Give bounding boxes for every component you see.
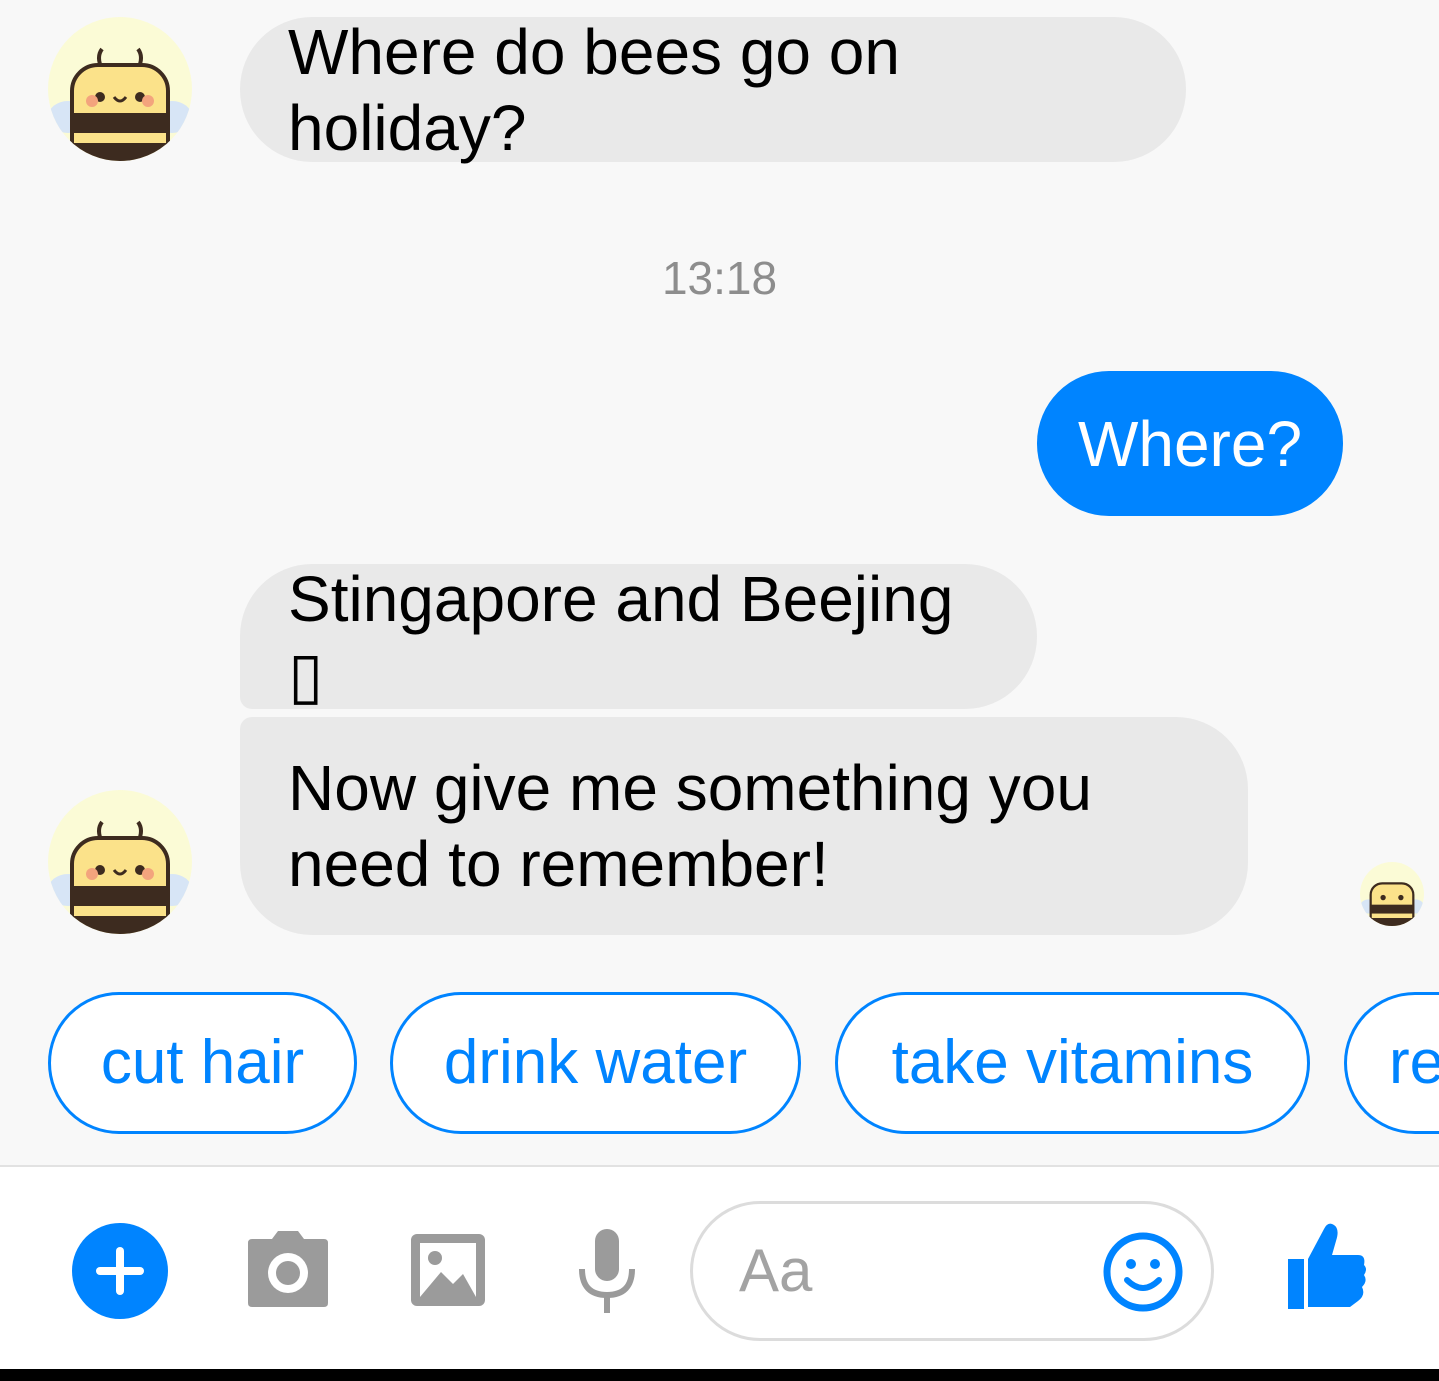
image-icon[interactable] xyxy=(411,1234,485,1306)
message-timestamp: 13:18 xyxy=(661,252,778,304)
bee-avatar[interactable] xyxy=(48,790,192,934)
message-input[interactable]: Aa xyxy=(690,1201,1214,1341)
message-input-placeholder: Aa xyxy=(739,1237,813,1304)
message-text-line: need to remember! xyxy=(288,828,829,900)
message-bubble[interactable]: Stingapore and Beejing ▯ xyxy=(240,563,1037,711)
quick-reply-take-vitamins[interactable]: take vitamins xyxy=(835,992,1310,1134)
quick-reply-drink-water[interactable]: drink water xyxy=(390,992,801,1134)
quick-reply-partial[interactable]: re xyxy=(1344,992,1439,1134)
message-text: Stingapore and Beejing ▯ xyxy=(288,562,954,711)
message-text-line: Now give me something you xyxy=(288,752,1092,824)
thumbs-up-icon[interactable] xyxy=(1284,1221,1368,1311)
bee-icon xyxy=(48,820,192,934)
camera-icon[interactable] xyxy=(246,1229,330,1309)
message-bubble-sent[interactable]: Where? xyxy=(1037,371,1343,516)
quick-reply-cut-hair[interactable]: cut hair xyxy=(48,992,357,1134)
message-text: Where do bees go on holiday? xyxy=(288,15,900,164)
plus-icon[interactable] xyxy=(72,1223,168,1319)
message-composer: Aa xyxy=(0,1167,1439,1369)
microphone-icon[interactable] xyxy=(578,1229,636,1315)
system-navigation-bar xyxy=(0,1369,1439,1381)
conversation: Where do bees go on holiday? 13:18 Where… xyxy=(0,0,1439,1165)
read-receipt-avatar xyxy=(1360,862,1424,926)
message-bubble[interactable]: Where do bees go on holiday? xyxy=(240,16,1186,164)
emoji-icon[interactable] xyxy=(1103,1232,1183,1312)
message-bubble[interactable]: Now give me something you need to rememb… xyxy=(240,717,1248,935)
bee-icon xyxy=(48,47,192,161)
bee-avatar[interactable] xyxy=(48,17,192,161)
message-text: Where? xyxy=(1077,407,1303,480)
bee-icon xyxy=(1360,882,1424,926)
